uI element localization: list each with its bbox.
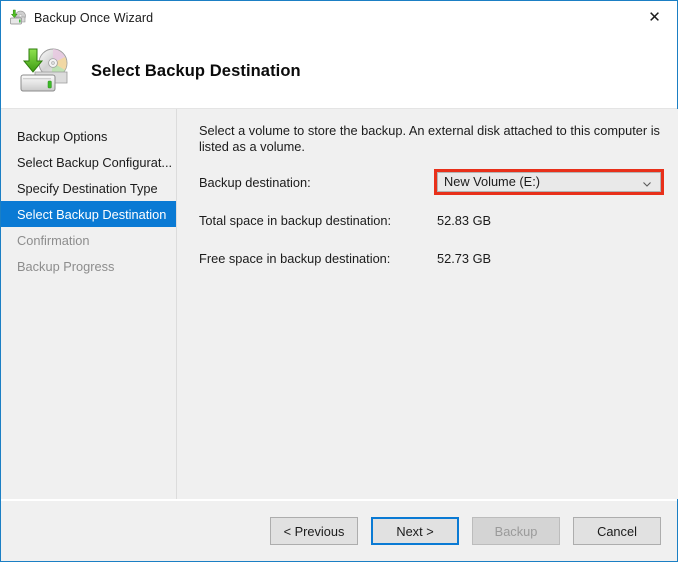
chevron-down-icon[interactable]	[642, 177, 652, 187]
title-bar: Backup Once Wizard ✕	[1, 1, 677, 35]
next-button[interactable]: Next >	[371, 517, 459, 545]
total-space-value: 52.83 GB	[437, 213, 491, 228]
instruction-text: Select a volume to store the backup. An …	[199, 123, 664, 155]
cancel-button[interactable]: Cancel	[573, 517, 661, 545]
sidebar-item-confirmation: Confirmation	[1, 227, 176, 253]
backup-wizard-window: Backup Once Wizard ✕	[0, 0, 678, 562]
wizard-footer: < Previous Next > Backup Cancel	[1, 499, 677, 561]
content-panel: Select a volume to store the backup. An …	[177, 109, 678, 499]
page-title: Select Backup Destination	[91, 62, 301, 81]
backup-destination-row: Backup destination: New Volume (E:)	[199, 169, 664, 195]
sidebar-item-backup-progress: Backup Progress	[1, 253, 176, 279]
backup-destination-highlight: New Volume (E:)	[434, 169, 664, 195]
backup-disk-arrow-icon	[15, 46, 77, 98]
total-space-label: Total space in backup destination:	[199, 213, 437, 228]
backup-destination-value: New Volume (E:)	[444, 174, 540, 189]
sidebar-item-select-backup-configuration[interactable]: Select Backup Configurat...	[1, 149, 176, 175]
window-title: Backup Once Wizard	[34, 12, 153, 25]
backup-destination-select[interactable]: New Volume (E:)	[437, 172, 661, 192]
backup-destination-label: Backup destination:	[199, 175, 437, 190]
total-space-row: Total space in backup destination: 52.83…	[199, 207, 664, 233]
sidebar-item-specify-destination-type[interactable]: Specify Destination Type	[1, 175, 176, 201]
free-space-value: 52.73 GB	[437, 251, 491, 266]
backup-disk-icon	[9, 9, 27, 27]
sidebar-item-select-backup-destination[interactable]: Select Backup Destination	[1, 201, 176, 227]
close-icon[interactable]: ✕	[632, 1, 677, 32]
sidebar-item-backup-options[interactable]: Backup Options	[1, 123, 176, 149]
wizard-header: Select Backup Destination	[1, 35, 677, 108]
previous-button[interactable]: < Previous	[270, 517, 358, 545]
free-space-label: Free space in backup destination:	[199, 251, 437, 266]
backup-button: Backup	[472, 517, 560, 545]
wizard-body: Backup Options Select Backup Configurat.…	[1, 108, 677, 499]
free-space-row: Free space in backup destination: 52.73 …	[199, 245, 664, 271]
wizard-steps-sidebar: Backup Options Select Backup Configurat.…	[1, 109, 177, 499]
